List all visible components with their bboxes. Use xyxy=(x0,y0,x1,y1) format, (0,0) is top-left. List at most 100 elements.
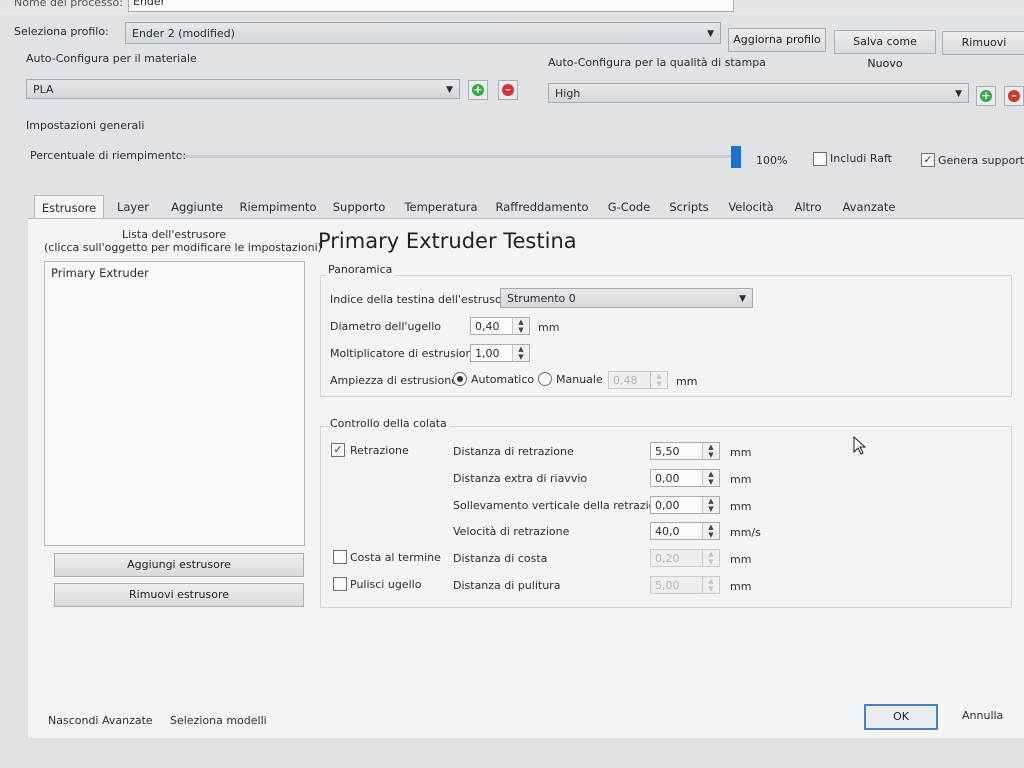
multiplier-value: 1,00 xyxy=(475,347,500,360)
process-name-value: Ender xyxy=(133,0,166,8)
save-new-button[interactable]: Salva come Nuovo xyxy=(834,30,936,70)
wipe-label: Pulisci ugello xyxy=(350,578,422,591)
quality-label: Auto-Configura per la qualità di stampa xyxy=(548,56,766,69)
spin-arrows-icon[interactable]: ▲ ▼ xyxy=(512,318,529,334)
spin-arrows-icon[interactable]: ▲ ▼ xyxy=(702,577,719,593)
tab-altro[interactable]: Altro xyxy=(786,195,830,219)
material-label: Auto-Configura per il materiale xyxy=(26,52,197,65)
select-models-button[interactable]: Seleziona modelli xyxy=(170,714,267,727)
tab-aggiunte[interactable]: Aggiunte xyxy=(166,195,228,219)
extruder-list-subtitle: (clicca sull'oggetto per modificare le i… xyxy=(44,241,322,254)
ooze-row-value: 5,00 xyxy=(655,579,680,592)
nozzle-value: 0,40 xyxy=(475,320,500,333)
quality-value: High xyxy=(555,87,581,100)
tab-scripts[interactable]: Scripts xyxy=(664,195,714,219)
ooze-row-value: 40,0 xyxy=(655,525,680,538)
infill-slider-thumb[interactable] xyxy=(731,146,741,168)
tab-g-code[interactable]: G-Code xyxy=(600,195,658,219)
tab-riempimento[interactable]: Riempimento xyxy=(236,195,320,219)
minus-icon: – xyxy=(502,84,514,96)
remove-extruder-button[interactable]: Rimuovi estrusore xyxy=(54,583,304,607)
process-name-input[interactable]: Ender xyxy=(128,0,734,12)
head-index-select[interactable]: Strumento 0 ▼ xyxy=(500,288,753,308)
tab-supporto[interactable]: Supporto xyxy=(326,195,392,219)
spin-arrows-icon[interactable]: ▲ ▼ xyxy=(650,372,667,388)
ooze-row-stepper[interactable]: 5,00 ▲ ▼ xyxy=(650,576,720,594)
add-material-button[interactable]: + xyxy=(468,80,488,100)
list-item[interactable]: Primary Extruder xyxy=(45,262,304,284)
chevron-down-icon: ▼ xyxy=(707,29,714,39)
infill-slider-track[interactable] xyxy=(180,155,740,158)
ooze-row-value: 0,20 xyxy=(655,552,680,565)
cancel-button[interactable]: Annulla xyxy=(962,709,1003,722)
profile-value: Ender 2 (modified) xyxy=(132,27,235,40)
ooze-row-label: Distanza di retrazione xyxy=(453,445,574,458)
ooze-row-stepper[interactable]: 5,50 ▲ ▼ xyxy=(650,442,720,460)
extruder-list-title: Lista dell'estrusore xyxy=(122,228,227,241)
tab-temperatura[interactable]: Temperatura xyxy=(398,195,484,219)
extrusion-width-stepper[interactable]: 0,48 ▲ ▼ xyxy=(608,371,668,389)
width-value: 0,48 xyxy=(613,374,638,387)
ooze-row-label: Distanza di costa xyxy=(453,552,548,565)
infill-label: Percentuale di riempimento: xyxy=(30,149,187,162)
head-index-value: Strumento 0 xyxy=(507,292,576,305)
nozzle-label: Diametro dell'ugello xyxy=(330,320,442,333)
extrusion-multiplier-stepper[interactable]: 1,00 ▲ ▼ xyxy=(470,344,530,362)
ooze-row-unit: mm xyxy=(730,473,752,486)
plus-icon: + xyxy=(980,89,992,102)
ooze-row-value: 0,00 xyxy=(655,499,680,512)
coast-label: Costa al termine xyxy=(350,551,441,564)
add-quality-button[interactable]: + xyxy=(976,86,996,106)
spin-arrows-icon[interactable]: ▲ ▼ xyxy=(702,550,719,566)
hide-advanced-button[interactable]: Nascondi Avanzate xyxy=(48,714,153,727)
raft-label: Includi Raft xyxy=(830,152,892,165)
extruder-item-label: Primary Extruder xyxy=(51,266,149,280)
ooze-row-unit: mm xyxy=(730,446,752,459)
remove-profile-button[interactable]: Rimuovi xyxy=(942,31,1024,55)
spin-arrows-icon[interactable]: ▲ ▼ xyxy=(702,497,719,513)
footer-bar xyxy=(28,738,1024,768)
retraction-checkbox[interactable]: ✓ xyxy=(331,443,345,457)
ooze-row-stepper[interactable]: 40,0 ▲ ▼ xyxy=(650,522,720,540)
tab-avanzate[interactable]: Avanzate xyxy=(836,195,902,219)
ooze-row-stepper[interactable]: 0,00 ▲ ▼ xyxy=(650,496,720,514)
remove-quality-button[interactable]: – xyxy=(1004,86,1024,106)
remove-material-button[interactable]: – xyxy=(498,80,518,100)
wipe-checkbox[interactable] xyxy=(333,577,347,591)
tab-raffreddamento[interactable]: Raffreddamento xyxy=(490,195,594,219)
spin-arrows-icon[interactable]: ▲ ▼ xyxy=(702,523,719,539)
support-checkbox[interactable]: ✓ xyxy=(921,153,935,167)
head-index-label: Indice della testina dell'estrusore xyxy=(330,293,513,306)
spin-arrows-icon[interactable]: ▲ ▼ xyxy=(702,443,719,459)
general-settings-title: Impostazioni generali xyxy=(26,119,145,132)
overview-title: Panoramica xyxy=(326,263,395,276)
material-select[interactable]: PLA ▼ xyxy=(26,79,460,99)
ooze-row-label: Distanza extra di riavvio xyxy=(453,472,588,485)
width-auto-radio[interactable] xyxy=(453,372,467,386)
profile-select[interactable]: Ender 2 (modified) ▼ xyxy=(125,22,721,44)
extruder-list: Primary Extruder xyxy=(44,261,305,546)
chevron-down-icon: ▼ xyxy=(446,85,453,95)
nozzle-unit: mm xyxy=(538,321,560,334)
nozzle-diameter-stepper[interactable]: 0,40 ▲ ▼ xyxy=(470,317,530,335)
add-extruder-button[interactable]: Aggiungi estrusore xyxy=(54,553,304,577)
retraction-label: Retrazione xyxy=(350,444,409,457)
ok-button[interactable]: OK xyxy=(864,704,938,730)
tab-velocit-[interactable]: Velocità xyxy=(722,195,780,219)
extruder-heading: Primary Extruder Testina xyxy=(318,229,577,253)
multiplier-label: Moltiplicatore di estrusione xyxy=(330,347,480,360)
infill-value: 100% xyxy=(756,154,788,167)
coast-checkbox[interactable] xyxy=(333,550,347,564)
ooze-row-stepper[interactable]: 0,00 ▲ ▼ xyxy=(650,469,720,487)
update-profile-button[interactable]: Aggiorna profilo xyxy=(728,28,826,52)
quality-select[interactable]: High ▼ xyxy=(548,83,969,103)
width-manual-radio[interactable] xyxy=(538,372,552,386)
tab-estrusore[interactable]: Estrusore xyxy=(34,195,104,220)
spin-arrows-icon[interactable]: ▲ ▼ xyxy=(512,345,529,361)
ooze-row-stepper[interactable]: 0,20 ▲ ▼ xyxy=(650,549,720,567)
spin-arrows-icon[interactable]: ▲ ▼ xyxy=(702,470,719,486)
ooze-row-value: 5,50 xyxy=(655,445,680,458)
tab-layer[interactable]: Layer xyxy=(108,195,158,219)
raft-checkbox[interactable] xyxy=(813,152,827,166)
ooze-row-unit: mm xyxy=(730,500,752,513)
